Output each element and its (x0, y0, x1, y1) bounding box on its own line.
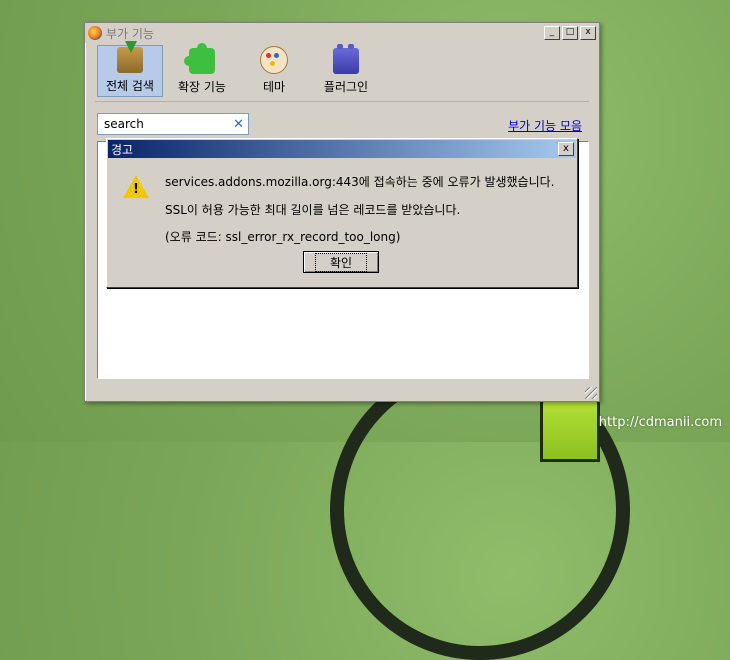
tab-get-addons[interactable]: 전체 검색 (97, 41, 163, 97)
resize-grip[interactable] (585, 387, 597, 399)
maximize-button[interactable]: □ (562, 26, 578, 40)
addons-gallery-link[interactable]: 부가 기능 모음 (508, 117, 582, 134)
tab-extensions[interactable]: 확장 기능 (169, 43, 235, 97)
plugin-icon (333, 44, 359, 74)
search-input[interactable] (102, 116, 234, 132)
warning-exclamation: ! (133, 182, 139, 197)
error-code: (오류 코드: ssl_error_rx_record_too_long) (165, 230, 401, 244)
dialog-titlebar[interactable]: 경고 x (108, 140, 576, 158)
minimize-button[interactable]: _ (544, 26, 560, 40)
tab-label: 확장 기능 (178, 80, 226, 94)
ok-button[interactable]: 확인 (303, 251, 379, 273)
close-button[interactable]: x (580, 26, 596, 40)
dialog-close-button[interactable]: x (558, 142, 574, 156)
window-titlebar[interactable]: 부가 기능 _ □ x (85, 23, 599, 43)
ok-button-label: 확인 (314, 252, 368, 272)
clear-search-icon[interactable]: ✕ (233, 117, 244, 132)
tab-label: 플러그인 (323, 80, 369, 94)
tab-plugins[interactable]: 플러그인 (313, 44, 379, 97)
toolbar-divider (95, 101, 589, 102)
tab-themes[interactable]: 테마 (241, 45, 307, 97)
tab-label: 전체 검색 (106, 79, 154, 93)
puzzle-icon (184, 43, 215, 74)
get-addons-icon (117, 41, 143, 73)
background-leaf (540, 392, 600, 462)
alert-dialog: 경고 x ! services.addons.mozilla.org:443에 … (106, 138, 578, 288)
error-message-line2: SSL이 허용 가능한 최대 길이를 넘은 레코드를 받았습니다. (165, 203, 461, 217)
error-message-line1: services.addons.mozilla.org:443에 접속하는 중에… (165, 175, 555, 189)
watermark: http://cdmanii.com (598, 415, 722, 430)
palette-icon (260, 46, 288, 74)
addons-toolbar: 전체 검색 확장 기능 테마 플러그인 (97, 41, 379, 97)
search-box[interactable]: ✕ (97, 113, 249, 135)
window-title: 부가 기능 (106, 26, 154, 41)
tab-label: 테마 (262, 80, 286, 94)
firefox-icon (88, 26, 102, 40)
dialog-title: 경고 (111, 142, 134, 157)
